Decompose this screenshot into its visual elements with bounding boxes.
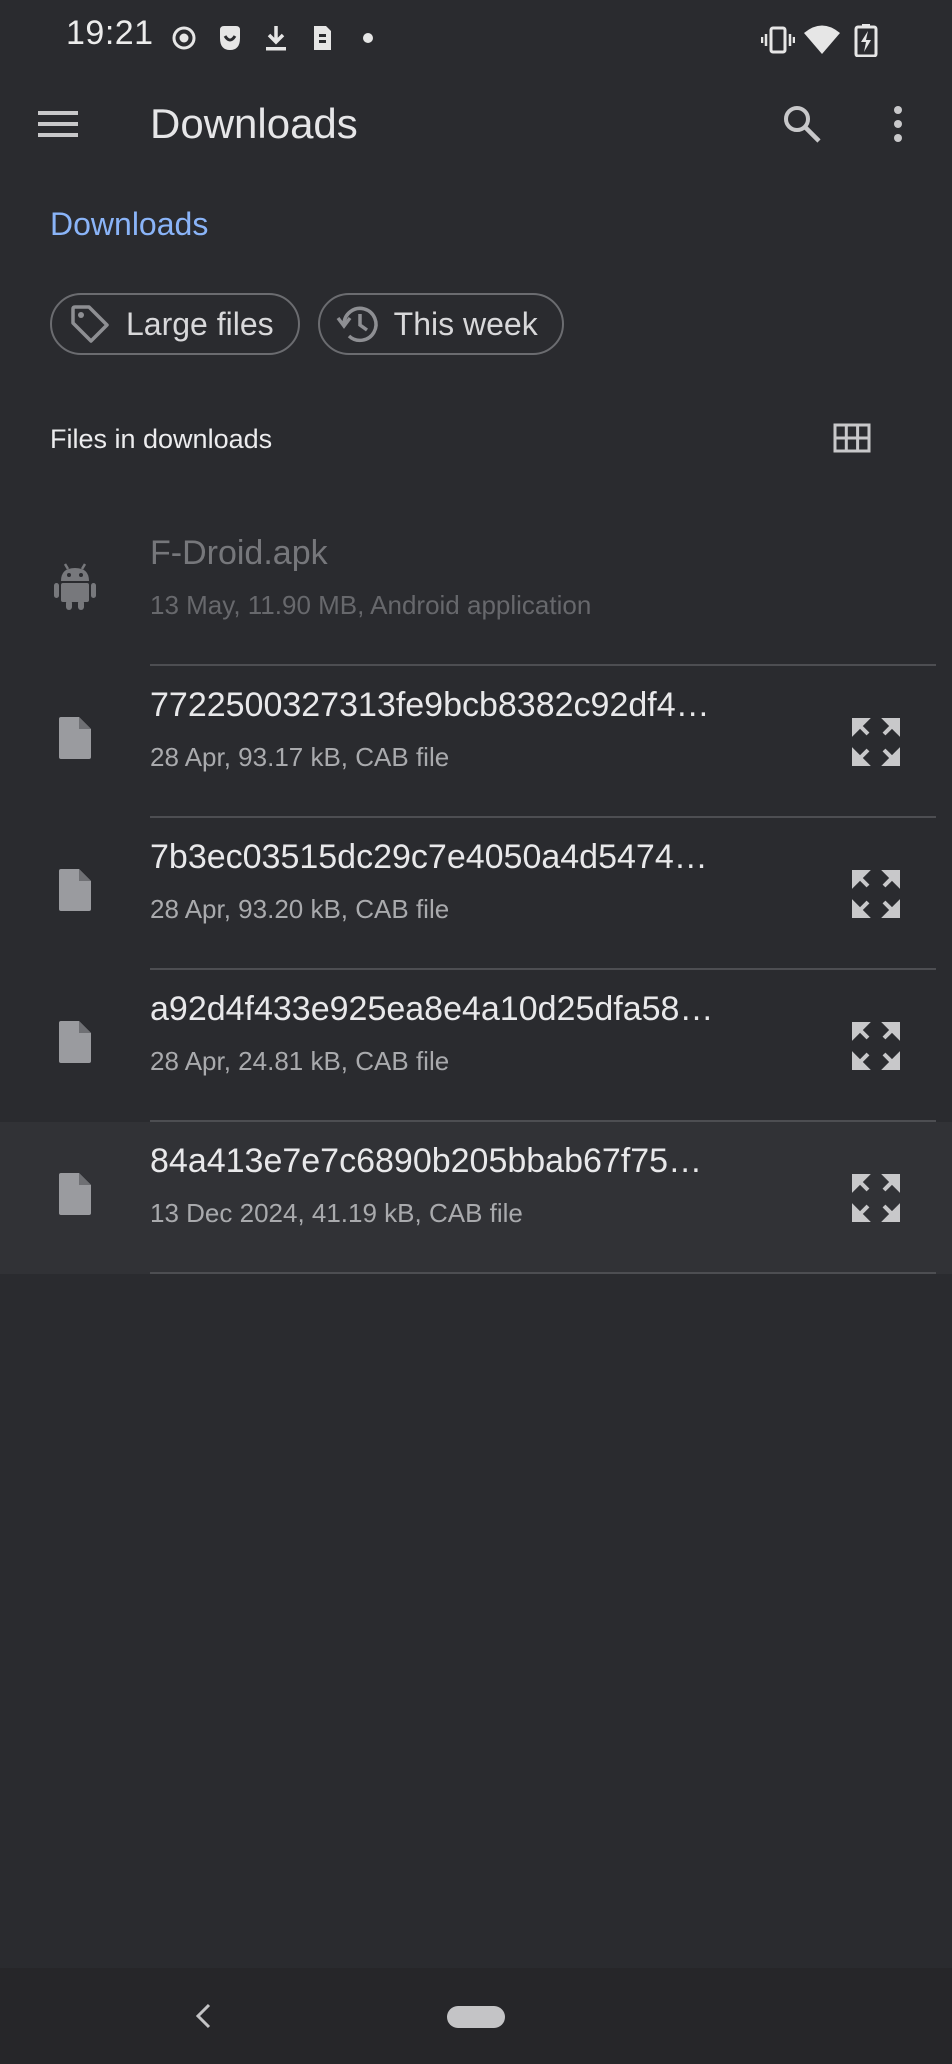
- record-icon: [166, 20, 202, 56]
- hamburger-menu-icon: [38, 111, 78, 137]
- file-row[interactable]: 84a413e7e7c6890b205bbab67f75… 13 Dec 202…: [0, 1122, 952, 1274]
- fullscreen-icon: [852, 718, 900, 766]
- app-bar: Downloads: [0, 76, 952, 176]
- chip-label: Large files: [126, 305, 274, 342]
- divider: [150, 1272, 936, 1274]
- fullscreen-icon: [852, 870, 900, 918]
- back-button[interactable]: [186, 1994, 220, 2038]
- file-icon: [50, 1014, 100, 1070]
- file-name: a92d4f433e925ea8e4a10d25dfa58…: [150, 990, 714, 1028]
- file-icon: [50, 710, 100, 766]
- vibrate-icon: [758, 20, 798, 60]
- filter-chips: Large files This week: [50, 293, 582, 355]
- wifi-icon: [802, 20, 842, 60]
- status-time: 19:21: [66, 14, 154, 52]
- file-row[interactable]: F-Droid.apk 13 May, 11.90 MB, Android ap…: [0, 514, 952, 666]
- chip-large-files[interactable]: Large files: [50, 293, 300, 355]
- file-row[interactable]: a92d4f433e925ea8e4a10d25dfa58… 28 Apr, 2…: [0, 970, 952, 1122]
- menu-button[interactable]: [34, 100, 82, 148]
- file-meta: 28 Apr, 93.20 kB, CAB file: [150, 894, 450, 924]
- file-name: 84a413e7e7c6890b205bbab67f75…: [150, 1142, 703, 1180]
- navigation-bar: [0, 1968, 952, 2064]
- file-icon: [50, 1166, 100, 1222]
- file-name: 7722500327313fe9bcb8382c92df4…: [150, 686, 710, 724]
- file-meta: 28 Apr, 24.81 kB, CAB file: [150, 1046, 450, 1076]
- file-row[interactable]: 7722500327313fe9bcb8382c92df4… 28 Apr, 9…: [0, 666, 952, 818]
- expand-button[interactable]: [846, 712, 906, 772]
- section-title: Files in downloads: [50, 424, 273, 454]
- more-options-button[interactable]: [872, 98, 924, 150]
- status-icons-left: [166, 20, 396, 56]
- app-badge-icon: [212, 20, 248, 56]
- search-button[interactable]: [776, 98, 828, 150]
- file-meta: 13 Dec 2024, 41.19 kB, CAB file: [150, 1198, 523, 1228]
- expand-button[interactable]: [846, 1016, 906, 1076]
- history-icon: [336, 302, 380, 346]
- file-list: F-Droid.apk 13 May, 11.90 MB, Android ap…: [0, 514, 952, 1274]
- status-bar: 19:21: [0, 0, 952, 76]
- file-row[interactable]: 7b3ec03515dc29c7e4050a4d5474… 28 Apr, 93…: [0, 818, 952, 970]
- back-chevron-icon: [195, 2003, 211, 2029]
- page-title: Downloads: [150, 100, 358, 147]
- file-meta: 13 May, 11.90 MB, Android application: [150, 590, 592, 620]
- chip-this-week[interactable]: This week: [317, 293, 564, 355]
- file-meta: 28 Apr, 93.17 kB, CAB file: [150, 742, 450, 772]
- download-icon: [258, 20, 294, 56]
- fullscreen-icon: [852, 1022, 900, 1070]
- android-icon: [50, 558, 100, 614]
- grid-view-button[interactable]: [826, 412, 878, 464]
- tag-icon: [68, 302, 112, 346]
- more-vert-icon: [894, 106, 902, 142]
- breadcrumb[interactable]: Downloads: [50, 206, 208, 243]
- home-pill[interactable]: [447, 2006, 505, 2028]
- sim-icon: [304, 20, 340, 56]
- file-name: 7b3ec03515dc29c7e4050a4d5474…: [150, 838, 708, 876]
- battery-charging-icon: [846, 20, 886, 60]
- fullscreen-icon: [852, 1174, 900, 1222]
- status-icons-right: [754, 20, 886, 60]
- file-icon: [50, 862, 100, 918]
- file-name: F-Droid.apk: [150, 534, 328, 572]
- grid-view-icon: [833, 423, 871, 453]
- dot-icon: [350, 20, 386, 56]
- expand-button[interactable]: [846, 864, 906, 924]
- expand-button[interactable]: [846, 1168, 906, 1228]
- chip-label: This week: [393, 305, 538, 342]
- search-icon: [784, 106, 821, 143]
